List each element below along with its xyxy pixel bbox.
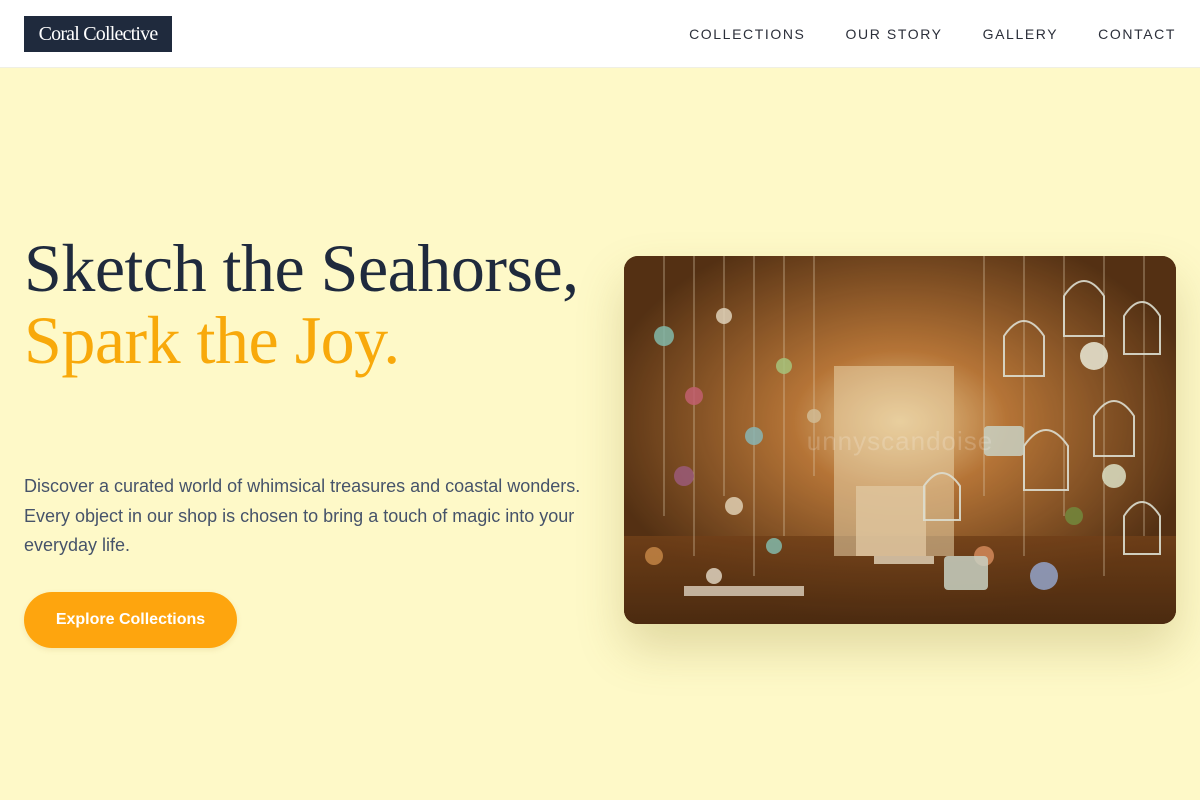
hero-title-accent: Spark the Joy. — [24, 302, 400, 378]
hero-title: Sketch the Seahorse, Spark the Joy. — [24, 232, 584, 376]
site-header: Coral Collective COLLECTIONS OUR STORY G… — [0, 0, 1200, 68]
nav-item-contact[interactable]: CONTACT — [1098, 26, 1176, 42]
nav-item-collections[interactable]: COLLECTIONS — [689, 26, 805, 42]
brand-logo[interactable]: Coral Collective — [24, 16, 172, 52]
explore-collections-button[interactable]: Explore Collections — [24, 592, 237, 648]
image-watermark: unnyscandoise — [806, 426, 994, 456]
hero-image: unnyscandoise — [624, 256, 1176, 624]
hero-title-main: Sketch the Seahorse, — [24, 230, 579, 306]
nav-item-our-story[interactable]: OUR STORY — [846, 26, 943, 42]
main-nav: COLLECTIONS OUR STORY GALLERY CONTACT — [689, 0, 1176, 68]
nav-item-gallery[interactable]: GALLERY — [983, 26, 1059, 42]
hero-description: Discover a curated world of whimsical tr… — [24, 476, 581, 555]
